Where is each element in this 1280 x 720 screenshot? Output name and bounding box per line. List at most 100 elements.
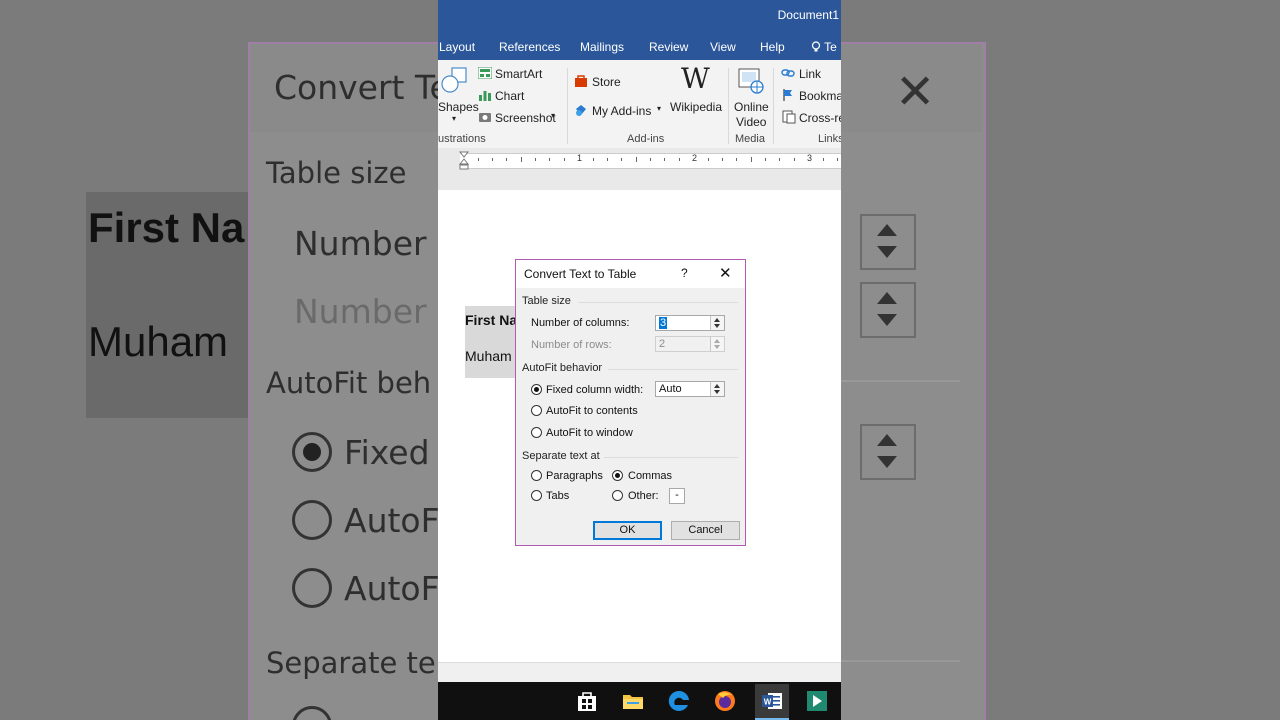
store-button[interactable]: Store (592, 75, 621, 89)
ok-button[interactable]: OK (593, 521, 662, 540)
video-editor-icon[interactable] (804, 688, 830, 714)
bg-radio-autofit1 (292, 500, 332, 540)
ruler-number: 3 (807, 153, 813, 163)
status-bar (438, 662, 841, 683)
dialog-titlebar[interactable]: Convert Text to Table ? ✕ (516, 260, 745, 288)
paragraphs-label[interactable]: Paragraphs (546, 470, 603, 482)
ribbon: Shapes ▾ SmartArt Chart Screenshot ▾ ust… (438, 60, 841, 149)
smartart-button[interactable]: SmartArt (495, 67, 542, 81)
bg-doc-second: Muham (88, 318, 229, 365)
tabs-label[interactable]: Tabs (546, 490, 569, 502)
link-icon (781, 69, 795, 77)
cancel-button[interactable]: Cancel (671, 521, 740, 540)
radio-other[interactable] (612, 490, 623, 501)
title-bar: Document1 (438, 0, 841, 32)
section-divider (578, 302, 738, 303)
bg-close-icon: ✕ (895, 66, 936, 119)
num-rows-value: 2 (659, 338, 666, 350)
bg-divider (840, 660, 960, 662)
smartart-icon (478, 67, 492, 79)
cross-reference-icon (782, 110, 796, 124)
lightbulb-icon (811, 41, 821, 52)
tab-layout[interactable]: Layout (439, 40, 475, 54)
firefox-icon[interactable] (712, 688, 738, 714)
radio-commas[interactable] (612, 470, 623, 481)
link-button[interactable]: Link (799, 67, 821, 81)
spin-down-icon (714, 324, 720, 328)
tab-help[interactable]: Help (760, 40, 785, 54)
my-addins-button[interactable]: My Add-ins (592, 104, 651, 118)
illustrations-group-label: ustrations (438, 133, 486, 145)
commas-label[interactable]: Commas (628, 470, 672, 482)
radio-autofit-contents[interactable] (531, 405, 542, 416)
taskbar: W (438, 682, 841, 720)
num-columns-value: 3 (659, 317, 668, 329)
online-video-button-line2: Video (736, 115, 767, 129)
chart-icon (479, 91, 491, 101)
chevron-down-icon: ▾ (551, 111, 556, 120)
word-icon[interactable]: W (759, 688, 785, 714)
convert-text-to-table-dialog: Convert Text to Table ? ✕ Table size Num… (515, 259, 746, 546)
ruler-strip (460, 153, 841, 169)
cross-reference-button[interactable]: Cross-re (799, 111, 841, 125)
indent-marker-icon[interactable] (459, 151, 469, 171)
spin-down-icon (714, 345, 720, 349)
tab-mailings[interactable]: Mailings (580, 40, 624, 54)
store-app-icon[interactable] (574, 688, 600, 714)
svg-text:W: W (764, 698, 772, 707)
bg-spin-rows (860, 282, 916, 338)
my-addins-icon (576, 105, 586, 116)
fixed-column-width-label[interactable]: Fixed column width: (546, 384, 643, 396)
spin-buttons[interactable] (710, 316, 724, 330)
wikipedia-button[interactable]: Wikipedia (670, 100, 722, 114)
radio-tabs[interactable] (531, 490, 542, 501)
tab-review[interactable]: Review (649, 40, 688, 54)
tab-tell-me-label: Te (824, 40, 837, 54)
autofit-window-label[interactable]: AutoFit to window (546, 427, 633, 439)
autofit-behavior-heading: AutoFit behavior (522, 362, 603, 374)
shapes-button[interactable]: Shapes (438, 100, 479, 114)
spin-down-icon (714, 390, 720, 394)
document-line-1: First Na (465, 312, 518, 328)
bookmark-button[interactable]: Bookmar (799, 89, 841, 103)
bg-separate: Separate te (266, 646, 436, 680)
close-button[interactable]: ✕ (719, 264, 732, 282)
num-columns-stepper[interactable]: 3 (655, 315, 725, 331)
radio-autofit-window[interactable] (531, 427, 542, 438)
bg-num-columns: Number c (294, 224, 456, 263)
spin-buttons (710, 337, 724, 351)
bg-document-cell: First Na Muham (86, 192, 256, 418)
spin-up-icon (714, 339, 720, 343)
fixed-width-value: Auto (659, 383, 682, 395)
tab-references[interactable]: References (499, 40, 560, 54)
spin-up-icon (714, 384, 720, 388)
other-label[interactable]: Other: (628, 490, 659, 502)
ruler-number: 1 (577, 153, 583, 163)
edge-icon[interactable] (666, 688, 692, 714)
chart-button[interactable]: Chart (495, 89, 524, 103)
online-video-icon (738, 68, 764, 94)
tab-view[interactable]: View (710, 40, 736, 54)
section-divider (604, 457, 738, 458)
document-title: Document1 (777, 8, 839, 22)
tab-tell-me[interactable]: Te (811, 40, 837, 54)
dialog-title: Convert Text to Table (524, 267, 637, 281)
other-separator-input[interactable]: - (669, 488, 685, 504)
bg-num-rows: Number c (294, 292, 456, 331)
screenshot-button[interactable]: Screenshot (495, 111, 556, 125)
spin-buttons[interactable] (710, 382, 724, 396)
help-button[interactable]: ? (681, 266, 688, 280)
online-video-button[interactable]: Online (734, 100, 769, 114)
radio-fixed-column-width[interactable] (531, 384, 542, 395)
group-divider (567, 68, 568, 144)
fixed-width-stepper[interactable]: Auto (655, 381, 725, 397)
radio-paragraphs[interactable] (531, 470, 542, 481)
ribbon-tabs: Layout References Mailings Review View H… (438, 32, 841, 60)
autofit-contents-label[interactable]: AutoFit to contents (546, 405, 638, 417)
num-rows-label: Number of rows: (531, 339, 612, 351)
document-line-2: Muham (465, 348, 512, 364)
file-explorer-icon[interactable] (620, 688, 646, 714)
spin-up-icon (714, 318, 720, 322)
bg-dialog-title: Convert Te (274, 68, 450, 107)
chevron-down-icon: ▾ (452, 114, 457, 123)
